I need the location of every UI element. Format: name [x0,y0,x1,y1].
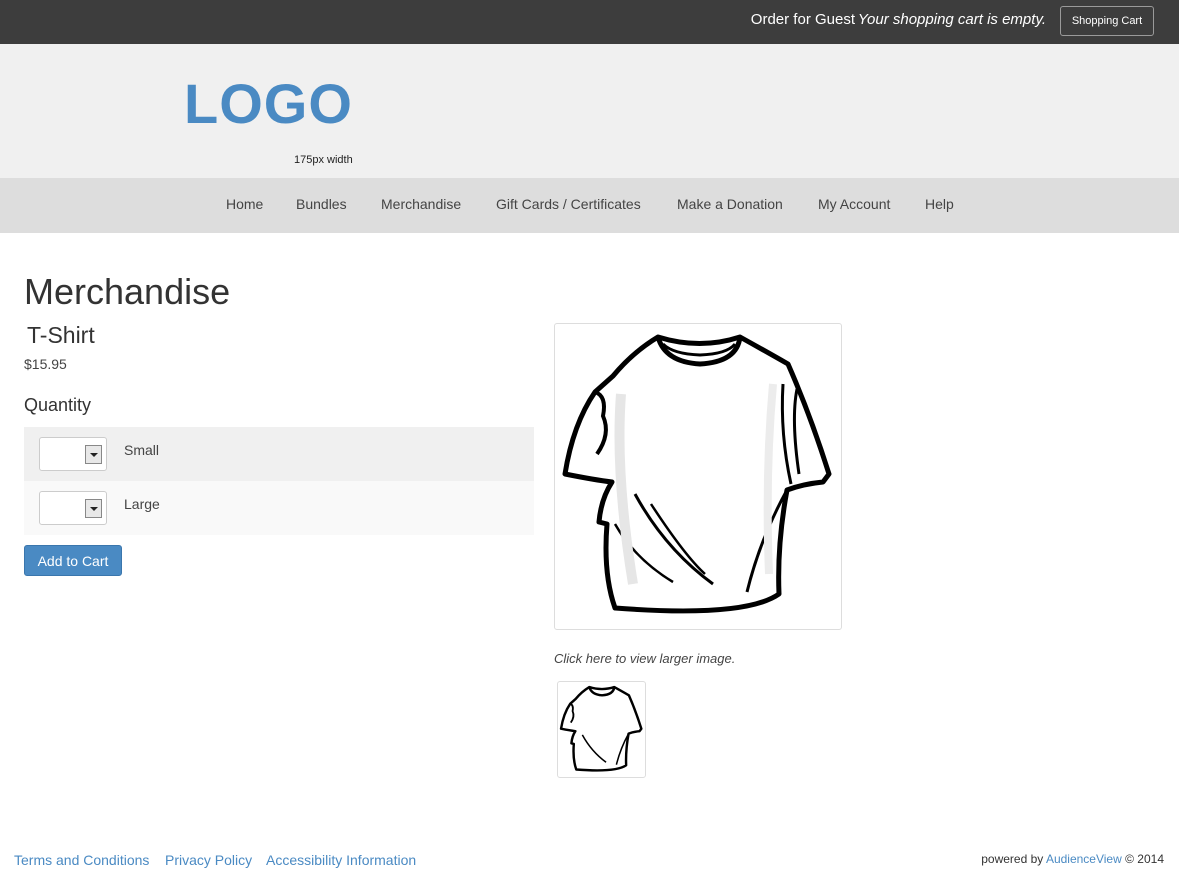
nav-item-gift-cards[interactable]: Gift Cards / Certificates [496,196,641,212]
product-name: T-Shirt [27,322,95,348]
quantity-select-large[interactable] [39,491,107,525]
site-header: LOGO 175px width [0,44,1179,178]
main-nav: Home Bundles Merchandise Gift Cards / Ce… [0,178,1179,233]
top-bar: Order for Guest Your shopping cart is em… [0,0,1179,44]
accessibility-link[interactable]: Accessibility Information [266,852,416,868]
nav-item-home[interactable]: Home [226,196,263,212]
cart-status-text: Your shopping cart is empty. [857,11,1046,28]
logo-width-note: 175px width [294,154,353,166]
nav-item-my-account[interactable]: My Account [818,196,890,212]
chevron-down-icon [85,499,102,518]
product-price: $15.95 [24,356,67,372]
chevron-down-icon [85,445,102,464]
add-to-cart-button[interactable]: Add to Cart [24,545,122,576]
powered-by: powered by AudienceView © 2014 [981,852,1164,866]
page-title: Merchandise [24,271,231,312]
nav-item-merchandise[interactable]: Merchandise [381,196,461,212]
size-label-large: Large [124,496,160,512]
shopping-cart-button[interactable]: Shopping Cart [1060,6,1154,36]
order-for-label: Order for Guest [750,11,855,28]
nav-item-help[interactable]: Help [925,196,954,212]
site-logo[interactable]: LOGO [184,74,353,134]
quantity-heading: Quantity [24,395,92,415]
tshirt-icon [562,334,832,614]
product-thumbnail[interactable] [557,681,646,778]
quantity-row-large: Large [24,481,534,535]
product-image[interactable] [554,323,842,630]
audienceview-link[interactable]: AudienceView [1046,852,1122,866]
powered-prefix: powered by [981,852,1044,866]
size-label-small: Small [124,442,160,458]
quantity-select-small[interactable] [39,437,107,471]
terms-link[interactable]: Terms and Conditions [14,852,149,868]
quantity-row-small: Small [24,427,534,481]
nav-item-donation[interactable]: Make a Donation [677,196,783,212]
view-larger-image-link[interactable]: Click here to view larger image. [554,651,735,666]
tshirt-thumbnail-icon [559,685,643,772]
copyright-text: © 2014 [1125,852,1164,866]
nav-item-bundles[interactable]: Bundles [296,196,347,212]
privacy-link[interactable]: Privacy Policy [165,852,252,868]
